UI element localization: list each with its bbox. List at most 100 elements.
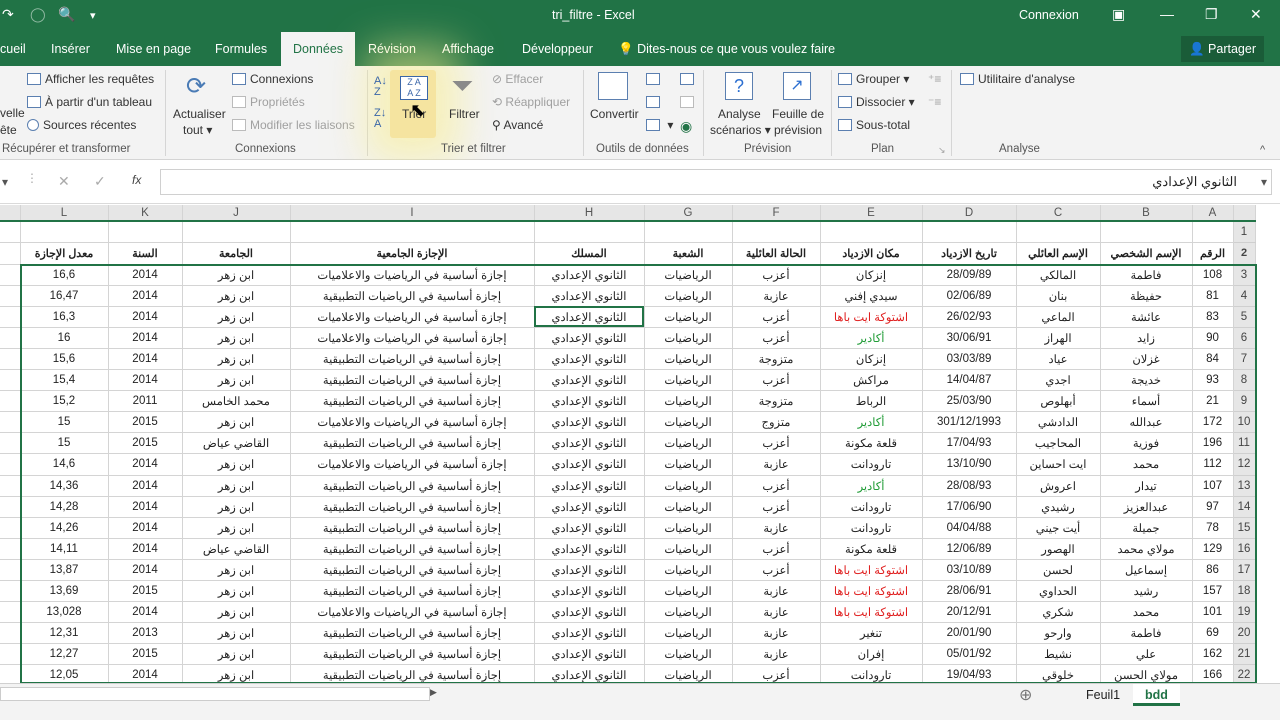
cell[interactable]: الثانوي الإعدادي xyxy=(534,390,645,413)
column-header[interactable]: B xyxy=(1100,205,1193,222)
column-header[interactable]: D xyxy=(922,205,1017,222)
cell[interactable]: بنان xyxy=(1016,285,1101,307)
row-number-20[interactable]: 20 xyxy=(1233,622,1256,645)
cell[interactable]: 2013 xyxy=(108,622,183,645)
cell[interactable]: القاضي عياض xyxy=(182,432,291,455)
cell[interactable]: ابن زهر xyxy=(182,475,291,497)
insert-function-icon[interactable]: fx xyxy=(132,173,141,187)
cell[interactable]: محمد xyxy=(1100,601,1193,624)
cell[interactable]: علي xyxy=(1100,643,1193,666)
cell[interactable] xyxy=(20,221,109,243)
cell[interactable] xyxy=(182,221,291,243)
cell[interactable]: الرياضيات xyxy=(644,369,733,392)
row-number-15[interactable]: 15 xyxy=(1233,517,1256,539)
cell[interactable]: الثانوي الإعدادي xyxy=(534,643,645,666)
cell[interactable]: 2014 xyxy=(108,453,183,476)
cell[interactable]: ابن زهر xyxy=(182,306,291,328)
column-header[interactable]: H xyxy=(534,205,645,222)
connections-button[interactable]: Connexions xyxy=(232,72,313,86)
corner-cell[interactable] xyxy=(0,205,21,222)
cell[interactable] xyxy=(922,221,1017,243)
cell[interactable]: اشتوكة ايت باها xyxy=(820,559,923,582)
cell[interactable] xyxy=(1016,221,1101,243)
row-number-7[interactable]: 7 xyxy=(1233,348,1256,371)
cell[interactable]: الرياضيات xyxy=(644,559,733,582)
cell[interactable]: قلعة مكونة xyxy=(820,538,923,560)
cell[interactable]: الثانوي الإعدادي xyxy=(534,432,645,455)
cell[interactable]: 90 xyxy=(1192,327,1234,349)
cell[interactable]: إنزكان xyxy=(820,264,923,286)
cell[interactable]: إنزكان xyxy=(820,348,923,371)
cell[interactable]: ابن زهر xyxy=(182,580,291,603)
cell[interactable]: 16,3 xyxy=(20,306,109,328)
cell[interactable]: الرياضيات xyxy=(644,622,733,645)
row-number-6[interactable]: 6 xyxy=(1233,327,1256,349)
cell[interactable]: أكادير xyxy=(820,411,923,434)
filter-button[interactable]: Filtrer xyxy=(449,107,480,121)
refresh-all-label-2[interactable]: tout ▾ xyxy=(183,123,212,137)
cell[interactable]: محمد xyxy=(1100,453,1193,476)
cell[interactable]: 2014 xyxy=(108,306,183,328)
cell[interactable]: متزوجة xyxy=(732,348,821,371)
header-cell[interactable]: معدل الإجازة xyxy=(20,242,109,265)
scroll-right-icon[interactable]: ▶ xyxy=(430,687,437,698)
row-number-17[interactable]: 17 xyxy=(1233,559,1256,582)
cell[interactable]: 107 xyxy=(1192,475,1234,497)
close-icon[interactable]: ✕ xyxy=(1250,6,1262,23)
cell[interactable]: الرياضيات xyxy=(644,264,733,286)
cell[interactable]: متزوجة xyxy=(732,390,821,413)
cell[interactable]: متزوج xyxy=(732,411,821,434)
tab-formules[interactable]: Formules xyxy=(215,32,267,66)
cell[interactable]: الثانوي الإعدادي xyxy=(534,411,645,434)
cell[interactable]: 2014 xyxy=(108,664,183,683)
cell[interactable]: شكري xyxy=(1016,601,1101,624)
cell[interactable]: أعزب xyxy=(732,369,821,392)
cell[interactable]: 93 xyxy=(1192,369,1234,392)
column-header[interactable]: F xyxy=(732,205,821,222)
cell[interactable]: 172 xyxy=(1192,411,1234,434)
cell[interactable]: عياد xyxy=(1016,348,1101,371)
cell[interactable]: 78 xyxy=(1192,517,1234,539)
cell[interactable]: 15,6 xyxy=(20,348,109,371)
cell[interactable]: ابن زهر xyxy=(182,496,291,518)
cell[interactable]: ابن زهر xyxy=(182,643,291,666)
cell[interactable]: القاضي عياض xyxy=(182,538,291,560)
cell[interactable]: ابن زهر xyxy=(182,601,291,624)
cell[interactable]: 166 xyxy=(1192,664,1234,683)
collapse-ribbon-icon[interactable]: ^ xyxy=(1260,144,1265,156)
cell[interactable]: عائشة xyxy=(1100,306,1193,328)
cancel-icon[interactable]: ✕ xyxy=(58,173,70,190)
cell[interactable]: 15,2 xyxy=(20,390,109,413)
row-number-18[interactable]: 18 xyxy=(1233,580,1256,603)
minimize-icon[interactable]: — xyxy=(1160,6,1174,22)
cell[interactable]: الثانوي الإعدادي xyxy=(534,285,645,307)
cell[interactable]: إجازة أساسية في الرياضيات التطبيقية xyxy=(290,369,535,392)
cell[interactable]: قلعة مكونة xyxy=(820,432,923,455)
cell[interactable]: عازبة xyxy=(732,622,821,645)
cell[interactable]: ابن زهر xyxy=(182,264,291,286)
cell[interactable]: إجازة أساسية في الرياضيات والاعلاميات xyxy=(290,601,535,624)
cell[interactable]: أعزب xyxy=(732,432,821,455)
cell[interactable]: ابن زهر xyxy=(182,285,291,307)
cell[interactable]: الرياضيات xyxy=(644,432,733,455)
cell[interactable]: إجازة أساسية في الرياضيات والاعلاميات xyxy=(290,411,535,434)
cell[interactable]: 2014 xyxy=(108,369,183,392)
cell[interactable]: 13,69 xyxy=(20,580,109,603)
cell[interactable]: 15 xyxy=(20,411,109,434)
cell[interactable]: تيدار xyxy=(1100,475,1193,497)
ribbon-display-icon[interactable]: ▣ xyxy=(1112,6,1125,23)
row-number-22[interactable]: 22 xyxy=(1233,664,1256,683)
cell[interactable]: الثانوي الإعدادي xyxy=(534,517,645,539)
cell[interactable]: 16 xyxy=(20,327,109,349)
row-number-13[interactable]: 13 xyxy=(1233,475,1256,497)
cell[interactable]: 2015 xyxy=(108,580,183,603)
sort-az-icon[interactable]: A↓ Z xyxy=(374,76,387,98)
cell[interactable]: تارودانت xyxy=(820,664,923,683)
cell[interactable]: الثانوي الإعدادي xyxy=(534,475,645,497)
cell[interactable]: 12/06/89 xyxy=(922,538,1017,560)
ungroup-button[interactable]: Dissocier ▾ xyxy=(838,95,915,109)
cell[interactable]: الرياضيات xyxy=(644,411,733,434)
forecast-sheet-button[interactable]: Feuille de xyxy=(772,107,824,121)
header-cell[interactable]: الإجازة الجامعية xyxy=(290,242,535,265)
cell[interactable]: 17/06/90 xyxy=(922,496,1017,518)
